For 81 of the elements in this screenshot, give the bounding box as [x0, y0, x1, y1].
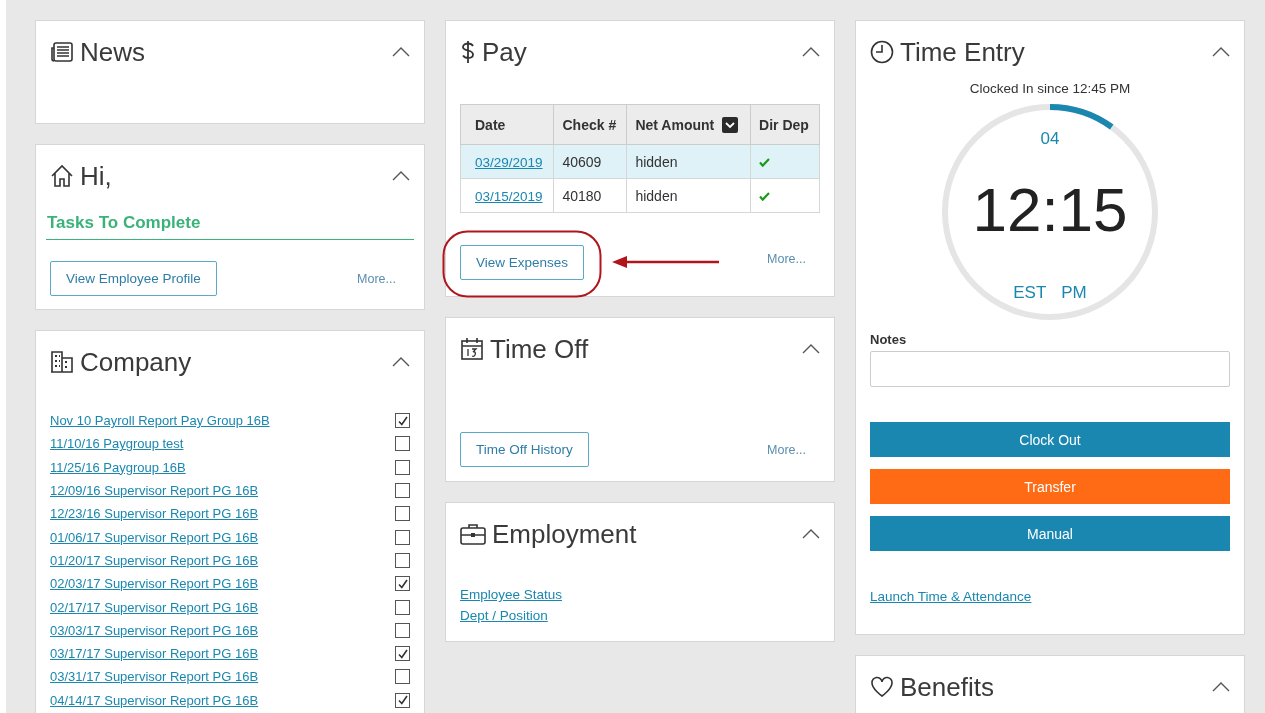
time-off-history-button[interactable]: Time Off History — [460, 432, 589, 467]
time-readout: 12:15 — [971, 174, 1129, 245]
card-title: Benefits — [900, 671, 995, 703]
clock-action-button[interactable]: Clock Out — [870, 422, 1230, 457]
checkbox[interactable] — [395, 576, 410, 592]
column-header: Dir Dep — [750, 104, 820, 145]
collapse-chevron-icon[interactable] — [802, 344, 820, 354]
collapse-chevron-icon[interactable] — [1212, 47, 1230, 57]
meridiem-label: PM — [1061, 283, 1087, 303]
table-cell: 40609 — [553, 144, 627, 179]
table-row[interactable]: 03/15/2019 40180 hidden — [460, 178, 820, 213]
clock-action-button[interactable]: Manual — [870, 516, 1230, 551]
collapse-chevron-icon[interactable] — [392, 357, 410, 367]
table-cell: hidden — [626, 144, 751, 179]
report-link[interactable]: 01/06/17 Supervisor Report PG 16B — [50, 529, 259, 545]
collapse-chevron-icon[interactable] — [802, 529, 820, 539]
report-link[interactable]: 12/23/16 Supervisor Report PG 16B — [50, 506, 259, 522]
newspaper-icon — [50, 40, 74, 64]
report-link[interactable]: 02/03/17 Supervisor Report PG 16B — [50, 576, 259, 592]
report-link[interactable]: 03/31/17 Supervisor Report PG 16B — [50, 669, 259, 685]
table-cell: hidden — [626, 178, 751, 213]
card-title: Time Off — [490, 333, 590, 365]
building-icon — [50, 350, 74, 374]
card-title: News — [80, 36, 146, 68]
checkbox[interactable] — [395, 692, 410, 708]
card-title: Company — [80, 346, 193, 378]
collapse-chevron-icon[interactable] — [392, 47, 410, 57]
column-header: Date — [460, 104, 554, 145]
report-link[interactable]: 11/10/16 Paygroup test — [50, 436, 184, 452]
notes-field[interactable] — [870, 351, 1230, 387]
card-title: Pay — [482, 36, 528, 68]
employment-link[interactable]: Dept / Position — [460, 608, 548, 623]
report-link[interactable]: 12/09/16 Supervisor Report PG 16B — [50, 483, 259, 499]
collapse-chevron-icon[interactable] — [802, 47, 820, 57]
clock-status: Clocked In since 12:45 PM — [968, 81, 1132, 96]
checkbox[interactable] — [395, 669, 410, 685]
more-link[interactable]: More... — [767, 442, 806, 457]
checkbox[interactable] — [395, 413, 410, 429]
briefcase-icon — [460, 522, 486, 546]
notes-label: Notes — [870, 332, 908, 347]
report-link[interactable]: 11/25/16 Paygroup 16B — [50, 459, 186, 475]
more-link[interactable]: More... — [767, 251, 806, 266]
table-row[interactable]: 03/29/2019 40609 hidden — [460, 144, 820, 179]
timezone-label: EST — [1013, 283, 1047, 303]
house-icon — [50, 164, 74, 188]
report-link[interactable]: 04/14/17 Supervisor Report PG 16B — [50, 692, 259, 708]
dollar-icon — [460, 40, 476, 64]
report-link[interactable]: Nov 10 Payroll Report Pay Group 16B — [50, 413, 270, 429]
report-link[interactable]: 02/17/17 Supervisor Report PG 16B — [50, 599, 259, 615]
view-profile-button[interactable]: View Employee Profile — [50, 261, 217, 296]
checkbox[interactable] — [395, 506, 410, 522]
clock-action-button[interactable]: Transfer — [870, 469, 1230, 504]
checkbox[interactable] — [395, 529, 410, 545]
checkbox[interactable] — [395, 436, 410, 452]
launch-link[interactable]: Launch Time & Attendance — [870, 589, 1032, 604]
checkbox[interactable] — [395, 552, 410, 568]
collapse-chevron-icon[interactable] — [1212, 682, 1230, 692]
seconds-readout: 04 — [1039, 129, 1061, 149]
card-title: Time Entry — [900, 36, 1026, 68]
tasks-heading: Tasks To Complete — [46, 207, 414, 240]
employment-link[interactable]: Employee Status — [460, 587, 563, 602]
table-cell: 40180 — [553, 178, 627, 213]
checkbox[interactable] — [395, 599, 410, 615]
checkbox[interactable] — [395, 459, 410, 475]
view-expenses-button[interactable]: View Expenses — [460, 245, 585, 280]
checkbox[interactable] — [395, 646, 410, 662]
report-link[interactable]: 01/20/17 Supervisor Report PG 16B — [50, 552, 259, 568]
calendar-icon — [460, 337, 484, 361]
column-header-label: Net Amount — [635, 116, 715, 133]
heart-icon — [870, 676, 894, 698]
card-title: Employment — [492, 518, 638, 550]
report-link[interactable]: 03/03/17 Supervisor Report PG 16B — [50, 622, 259, 638]
clock-icon — [870, 40, 894, 64]
card-title: Hi, — [80, 160, 113, 192]
report-link[interactable]: 03/17/17 Supervisor Report PG 16B — [50, 646, 259, 662]
sort-dropdown-icon[interactable] — [722, 116, 739, 133]
more-link[interactable]: More... — [357, 271, 396, 286]
checkbox[interactable] — [395, 622, 410, 638]
column-header: Check # — [553, 104, 627, 145]
collapse-chevron-icon[interactable] — [392, 171, 410, 181]
checkbox[interactable] — [395, 483, 410, 499]
